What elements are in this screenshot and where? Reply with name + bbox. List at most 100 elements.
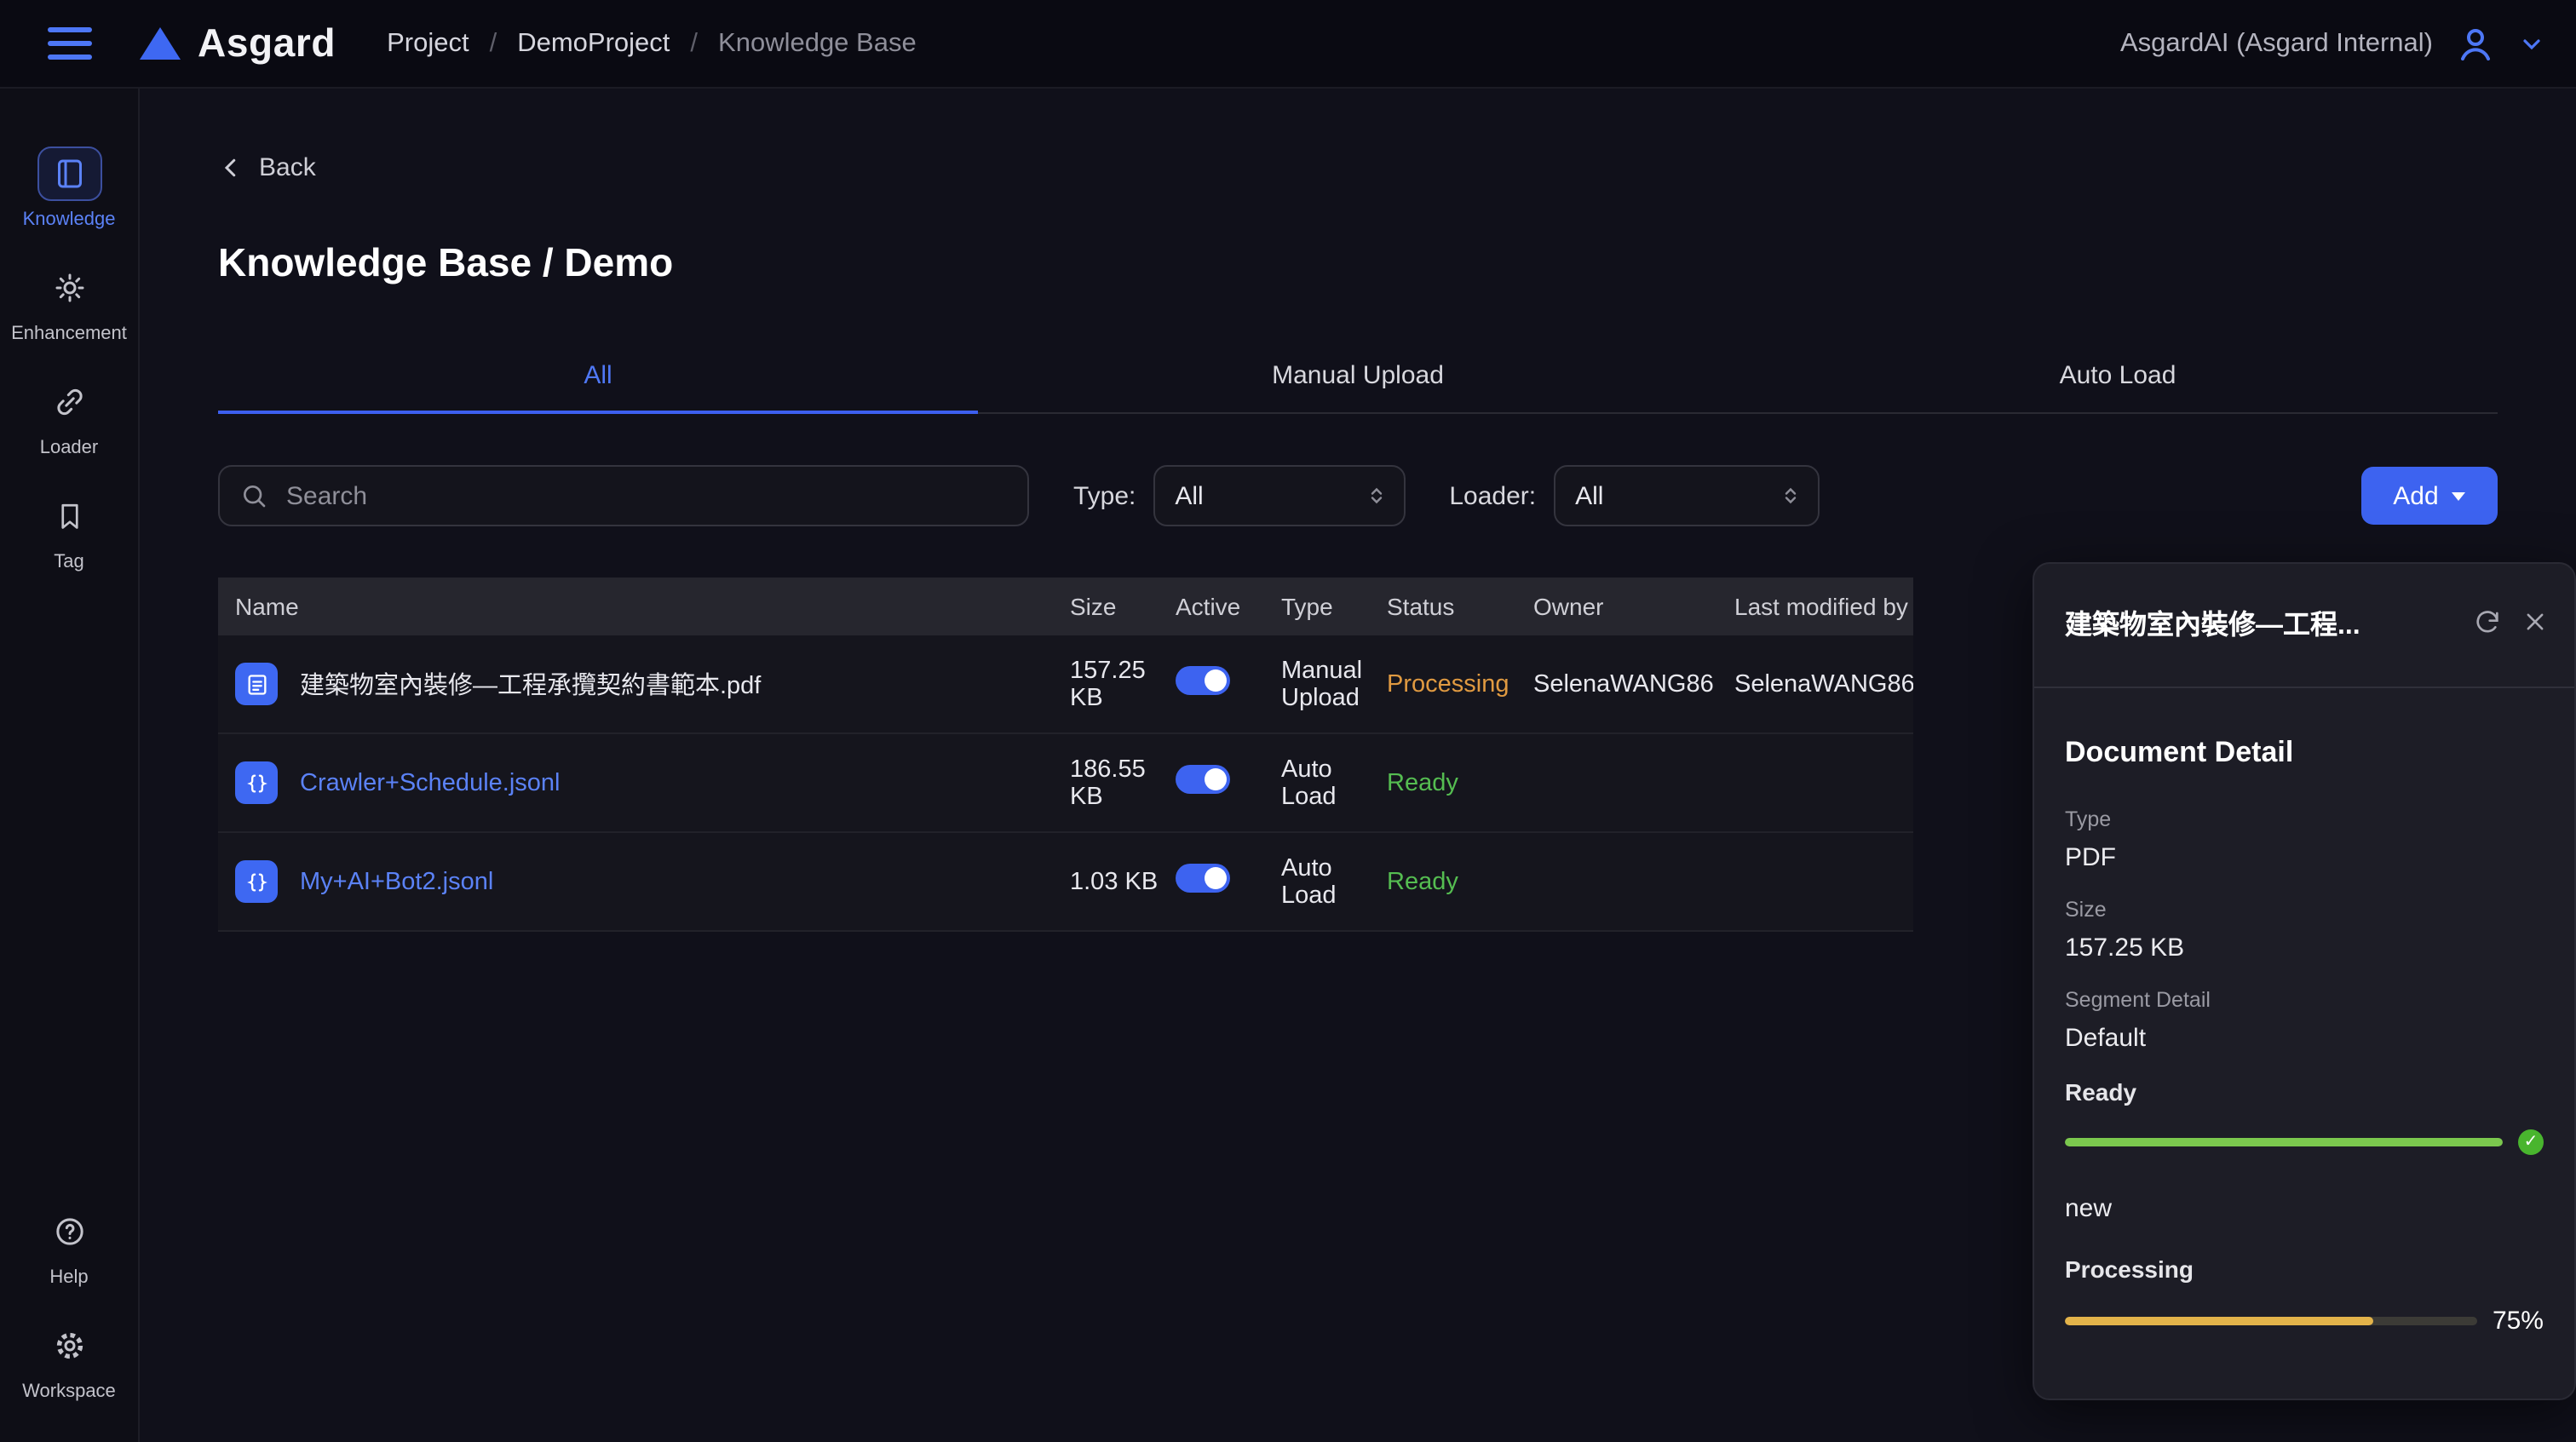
field-value-size: 157.25 KB bbox=[2065, 934, 2544, 962]
breadcrumb: Project / DemoProject / Knowledge Base bbox=[387, 28, 917, 59]
ready-progress-label: Ready bbox=[2065, 1078, 2544, 1106]
tab-bar: All Manual Upload Auto Load bbox=[218, 344, 2498, 414]
breadcrumb-demoproject[interactable]: DemoProject bbox=[517, 28, 670, 59]
active-toggle[interactable] bbox=[1176, 864, 1230, 893]
sidebar-item-label: Enhancement bbox=[11, 324, 127, 344]
type-filter-label: Type: bbox=[1073, 481, 1136, 510]
search-box[interactable] bbox=[218, 465, 1029, 526]
document-size: 1.03 KB bbox=[1070, 868, 1176, 895]
chevron-left-icon bbox=[218, 155, 244, 181]
tab-all[interactable]: All bbox=[218, 344, 978, 412]
status-badge: Ready bbox=[1387, 868, 1458, 895]
link-icon bbox=[37, 375, 101, 429]
processing-progress-row: 75% bbox=[2065, 1307, 2544, 1336]
status-badge: Ready bbox=[1387, 769, 1458, 796]
page-title: Knowledge Base / Demo bbox=[218, 240, 2498, 286]
table-row[interactable]: Crawler+Schedule.jsonl 186.55 KB Auto Lo… bbox=[218, 734, 1913, 833]
add-button[interactable]: Add bbox=[2361, 467, 2498, 525]
field-label-type: Type bbox=[2065, 807, 2544, 831]
table-row[interactable]: 建築物室內裝修—工程承攬契約書範本.pdf 157.25 KB Manual U… bbox=[218, 635, 1913, 734]
loader-select-value: All bbox=[1575, 481, 1603, 510]
close-icon[interactable] bbox=[2523, 610, 2547, 634]
document-name[interactable]: 建築物室內裝修—工程承攬契約書範本.pdf bbox=[300, 666, 761, 702]
app-logo: Asgard bbox=[140, 20, 336, 66]
main-content: Back Knowledge Base / Demo All Manual Up… bbox=[140, 89, 2576, 1442]
table-row[interactable]: My+AI+Bot2.jsonl 1.03 KB Auto Load Ready bbox=[218, 833, 1913, 932]
sidebar-item-label: Help bbox=[49, 1267, 88, 1287]
header-last-modified-by: Last modified by bbox=[1734, 593, 1913, 620]
section-title: Document Detail bbox=[2065, 736, 2544, 770]
updown-chevron-icon bbox=[1780, 485, 1800, 506]
documents-table: Name Size Active Type Status Owner Last … bbox=[218, 577, 1913, 932]
breadcrumb-project[interactable]: Project bbox=[387, 28, 469, 59]
loader-filter-label: Loader: bbox=[1449, 481, 1536, 510]
breadcrumb-separator: / bbox=[690, 28, 698, 59]
filter-row: Type: All Loader: All Add bbox=[218, 465, 2498, 526]
document-type: Manual Upload bbox=[1281, 657, 1387, 711]
processing-percent-label: 75% bbox=[2493, 1307, 2544, 1336]
field-value-segment-detail: Default bbox=[2065, 1024, 2544, 1053]
sidebar-item-label: Loader bbox=[40, 438, 99, 458]
app-window: Asgard Project / DemoProject / Knowledge… bbox=[0, 0, 2576, 1442]
add-button-label: Add bbox=[2393, 481, 2438, 510]
type-select-value: All bbox=[1175, 481, 1203, 510]
refresh-icon[interactable] bbox=[2474, 608, 2501, 635]
header-status: Status bbox=[1387, 593, 1533, 620]
user-icon[interactable] bbox=[2455, 23, 2496, 64]
document-size: 157.25 KB bbox=[1070, 657, 1176, 711]
topbar-account-area: AsgardAI (Asgard Internal) bbox=[2120, 23, 2545, 64]
active-toggle[interactable] bbox=[1176, 666, 1230, 695]
status-badge: Processing bbox=[1387, 670, 1509, 698]
new-label: new bbox=[2065, 1194, 2544, 1223]
header-type: Type bbox=[1281, 593, 1387, 620]
active-toggle[interactable] bbox=[1176, 765, 1230, 794]
sidebar-item-label: Workspace bbox=[22, 1381, 116, 1401]
document-last-modified-by: SelenaWANG86 bbox=[1734, 670, 1913, 698]
sidebar-item-enhancement[interactable]: Enhancement bbox=[0, 247, 138, 361]
table-header-row: Name Size Active Type Status Owner Last … bbox=[218, 577, 1913, 635]
breadcrumb-knowledge-base: Knowledge Base bbox=[718, 28, 917, 59]
sidebar-item-knowledge[interactable]: Knowledge bbox=[0, 133, 138, 247]
question-icon bbox=[37, 1204, 101, 1258]
sidebar-item-help[interactable]: Help bbox=[0, 1190, 138, 1304]
header-owner: Owner bbox=[1533, 593, 1734, 620]
search-icon bbox=[240, 482, 267, 509]
processing-progress-fill bbox=[2065, 1317, 2374, 1325]
updown-chevron-icon bbox=[1366, 485, 1386, 506]
json-file-icon bbox=[235, 761, 278, 804]
type-select[interactable]: All bbox=[1153, 465, 1405, 526]
app-title: Asgard bbox=[198, 20, 336, 66]
pdf-file-icon bbox=[235, 663, 278, 705]
header-name: Name bbox=[218, 593, 1070, 620]
back-label: Back bbox=[259, 153, 316, 182]
sidebar-item-loader[interactable]: Loader bbox=[0, 361, 138, 475]
document-name[interactable]: Crawler+Schedule.jsonl bbox=[300, 769, 560, 796]
document-owner: SelenaWANG86 bbox=[1533, 670, 1734, 698]
panel-body: Document Detail Type PDF Size 157.25 KB … bbox=[2034, 688, 2574, 1336]
document-name[interactable]: My+AI+Bot2.jsonl bbox=[300, 868, 493, 895]
document-type: Auto Load bbox=[1281, 854, 1387, 909]
menu-icon[interactable] bbox=[48, 27, 92, 60]
sidebar-item-tag[interactable]: Tag bbox=[0, 475, 138, 589]
back-button[interactable]: Back bbox=[218, 153, 316, 182]
ready-progress-bar bbox=[2065, 1138, 2503, 1146]
document-size: 186.55 KB bbox=[1070, 755, 1176, 810]
search-input[interactable] bbox=[283, 480, 1007, 512]
panel-header: 建築物室內裝修—工程... bbox=[2034, 564, 2574, 642]
book-icon bbox=[37, 146, 101, 201]
account-label: AsgardAI (Asgard Internal) bbox=[2120, 28, 2433, 59]
document-detail-panel: 建築物室內裝修—工程... Document Detail Type PDF S… bbox=[2033, 562, 2576, 1400]
chevron-down-icon[interactable] bbox=[2518, 30, 2545, 57]
sidebar-item-label: Tag bbox=[54, 552, 84, 572]
tab-auto-load[interactable]: Auto Load bbox=[1738, 344, 2498, 412]
header-active: Active bbox=[1176, 593, 1281, 620]
processing-progress-label: Processing bbox=[2065, 1255, 2544, 1283]
loader-select[interactable]: All bbox=[1553, 465, 1819, 526]
sidebar-item-label: Knowledge bbox=[23, 210, 116, 230]
tab-manual-upload[interactable]: Manual Upload bbox=[978, 344, 1738, 412]
triangle-logo-icon bbox=[140, 27, 181, 60]
header-size: Size bbox=[1070, 593, 1176, 620]
breadcrumb-separator: / bbox=[490, 28, 497, 59]
gear-icon bbox=[37, 1318, 101, 1372]
sidebar-item-workspace[interactable]: Workspace bbox=[0, 1304, 138, 1418]
